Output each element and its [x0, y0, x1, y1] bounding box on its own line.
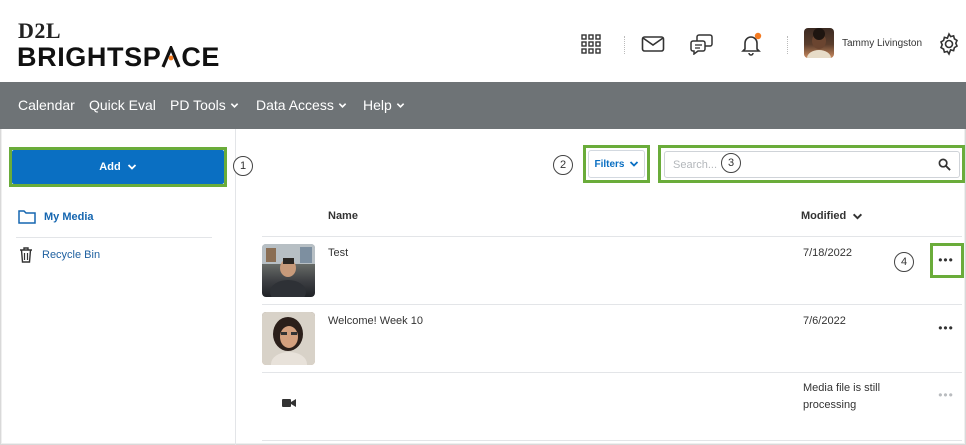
row-divider: [262, 304, 962, 305]
processing-status: Media file is still processing: [803, 382, 881, 411]
user-name[interactable]: Tammy Livingston: [842, 38, 922, 49]
header-separator: [624, 36, 625, 54]
avatar[interactable]: [804, 28, 834, 58]
nav-item-pd-tools[interactable]: PD Tools: [170, 97, 239, 113]
modified-date: 7/6/2022: [803, 315, 846, 327]
nav-item-label: Quick Eval: [89, 97, 156, 113]
chevron-down-icon[interactable]: [852, 211, 863, 222]
column-header-label: Modified: [801, 210, 847, 222]
mail-icon[interactable]: [640, 32, 666, 56]
filters-button[interactable]: Filters: [588, 150, 645, 178]
chat-icon[interactable]: [689, 32, 715, 56]
logo-a-mark: [161, 43, 181, 68]
nav-item-label: Data Access: [256, 97, 334, 113]
column-header-modified[interactable]: Modified: [801, 210, 863, 222]
header-bar: D2L BRIGHTSP CE Tammy Livingston: [0, 0, 966, 82]
video-thumbnail[interactable]: [262, 244, 315, 297]
gear-icon[interactable]: [936, 32, 962, 56]
chevron-down-icon: [396, 102, 405, 108]
callout-marker: 2: [553, 155, 573, 175]
search-placeholder: Search...: [673, 159, 718, 171]
add-button[interactable]: Add: [12, 150, 224, 184]
row-divider: [262, 236, 962, 237]
callout-marker: 1: [233, 156, 253, 176]
more-options-icon: •••: [938, 388, 954, 402]
row-divider: [262, 440, 962, 441]
divider: [16, 237, 212, 238]
video-thumbnail[interactable]: [262, 312, 315, 365]
modified-date: 7/18/2022: [803, 247, 852, 259]
sidebar: Add 1 My Media Recycle Bin: [0, 129, 253, 445]
nav-bar: Calendar Quick Eval PD Tools Data Access…: [0, 82, 966, 129]
column-header-name[interactable]: Name: [328, 210, 358, 222]
nav-item-quick-eval[interactable]: Quick Eval: [89, 97, 156, 113]
logo-brightspace[interactable]: BRIGHTSP CE: [17, 42, 220, 73]
callout-marker: 3: [721, 153, 741, 173]
logo-text-1: BRIGHTSP: [17, 42, 162, 72]
folder-icon: [18, 210, 36, 224]
media-title[interactable]: Welcome! Week 10: [328, 315, 423, 327]
sidebar-item-label: Recycle Bin: [42, 248, 101, 261]
search-input[interactable]: Search...: [664, 151, 960, 178]
chevron-down-icon: [127, 164, 136, 170]
logo-text-2: CE: [181, 42, 221, 72]
video-camera-icon: [282, 399, 296, 407]
logo-d2l: D2L: [18, 18, 62, 43]
media-title[interactable]: Test: [328, 247, 348, 259]
apps-grid-icon[interactable]: [578, 32, 604, 56]
sidebar-item-label: My Media: [44, 210, 94, 223]
nav-item-calendar[interactable]: Calendar: [18, 97, 75, 113]
sidebar-item-recycle-bin[interactable]: Recycle Bin: [18, 246, 100, 263]
nav-item-data-access[interactable]: Data Access: [256, 97, 347, 113]
search-icon[interactable]: [938, 158, 951, 171]
nav-item-label: PD Tools: [170, 97, 226, 113]
nav-item-help[interactable]: Help: [363, 97, 405, 113]
more-options-icon[interactable]: •••: [936, 253, 956, 267]
more-options-icon[interactable]: •••: [936, 321, 956, 335]
add-button-label: Add: [99, 161, 121, 173]
sidebar-item-my-media[interactable]: My Media: [18, 209, 94, 224]
chevron-down-icon: [230, 102, 239, 108]
filters-button-label: Filters: [594, 158, 625, 170]
chevron-down-icon: [338, 102, 347, 108]
trash-icon: [20, 247, 32, 263]
header-separator: [787, 36, 788, 54]
nav-item-label: Calendar: [18, 97, 75, 113]
chevron-down-icon: [629, 161, 638, 167]
nav-item-label: Help: [363, 97, 392, 113]
row-divider: [262, 372, 962, 373]
bell-icon[interactable]: [738, 32, 764, 56]
callout-marker: 4: [894, 252, 914, 272]
